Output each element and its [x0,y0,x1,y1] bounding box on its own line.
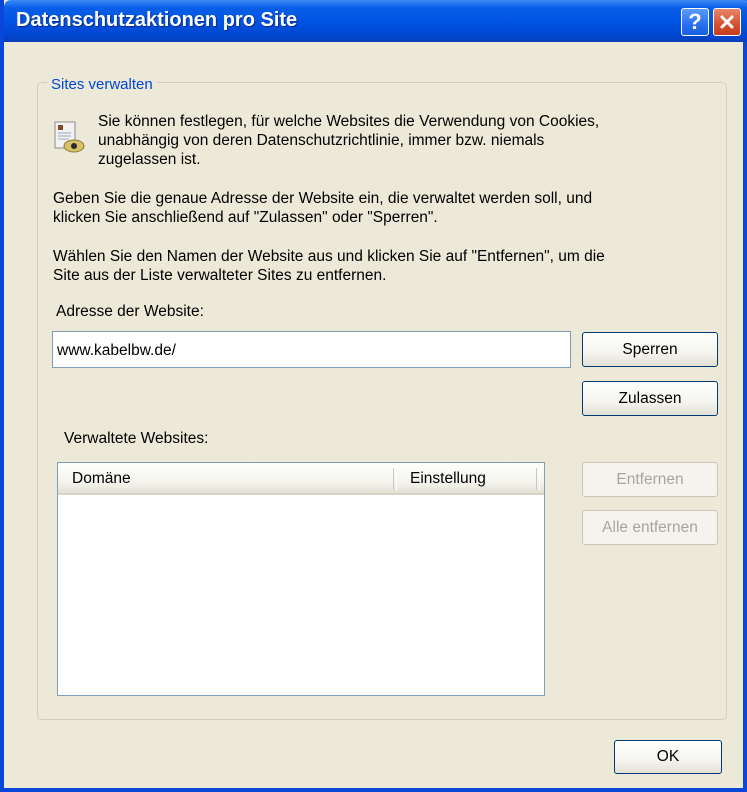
list-header: Domäne Einstellung [58,463,544,495]
managed-sites-label: Verwaltete Websites: [64,430,209,447]
managed-sites-list[interactable]: Domäne Einstellung [57,462,545,696]
window-title: Datenschutzaktionen pro Site [16,9,298,31]
remove-all-button[interactable]: Alle entfernen [582,510,718,545]
dialog-window: Datenschutzaktionen pro Site ? Sites ver… [0,0,747,792]
instruction-2-line-2: Site aus der Liste verwalteter Sites zu … [53,267,387,284]
group-legend: Sites verwalten [47,76,157,93]
help-icon: ? [688,9,702,34]
column-header-setting[interactable]: Einstellung [396,463,536,493]
instruction-1-line-1: Geben Sie die genaue Adresse der Website… [53,190,593,207]
ok-button[interactable]: OK [614,740,722,774]
block-button[interactable]: Sperren [582,332,718,367]
remove-button[interactable]: Entfernen [582,462,718,497]
instruction-2-line-1: Wählen Sie den Namen der Website aus und… [53,248,605,265]
help-button[interactable]: ? [681,8,709,36]
privacy-cookie-icon [54,121,85,153]
column-header-domain[interactable]: Domäne [58,463,394,493]
allow-button[interactable]: Zulassen [582,381,718,416]
instruction-1-line-2: klicken Sie anschließend auf "Zulassen" … [53,209,438,226]
address-input[interactable]: www.kabelbw.de/ [52,331,571,368]
close-button[interactable] [713,8,741,36]
title-bar[interactable]: Datenschutzaktionen pro Site ? [4,0,747,42]
close-icon [720,15,734,29]
column-separator[interactable] [536,468,540,490]
intro-text-line-3: zugelassen ist. [98,151,201,168]
address-label: Adresse der Website: [56,303,204,320]
intro-text-line-2: unabhängig von deren Datenschutzrichtlin… [98,132,545,149]
intro-text-line-1: Sie können festlegen, für welche Website… [98,113,600,130]
